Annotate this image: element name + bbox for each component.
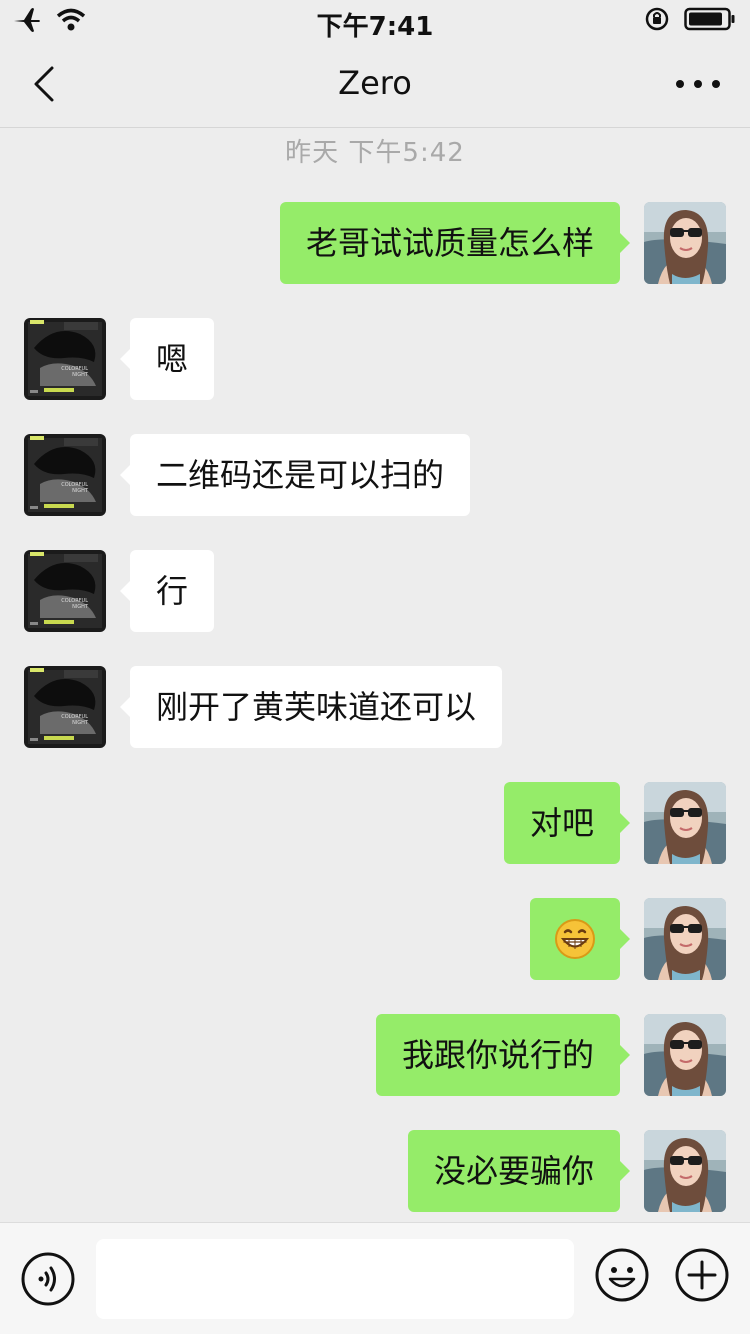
message-row: 二维码还是可以扫的 — [0, 434, 750, 516]
chat-header: Zero — [0, 40, 750, 128]
message-row: 没必要骗你 — [0, 1130, 750, 1212]
chat-title: Zero — [338, 64, 412, 102]
incoming-message-bubble[interactable]: 行 — [119, 550, 215, 632]
smiley-icon — [595, 1248, 649, 1302]
contact-avatar[interactable] — [24, 666, 106, 748]
message-row: 我跟你说行的 — [0, 1014, 750, 1096]
status-right-icons — [644, 6, 736, 36]
more-dots-icon — [676, 80, 720, 88]
my-avatar[interactable] — [644, 898, 726, 980]
outgoing-message-bubble[interactable]: 对吧 — [503, 782, 631, 864]
contact-avatar[interactable] — [24, 318, 106, 400]
my-avatar[interactable] — [644, 782, 726, 864]
outgoing-emoji-bubble[interactable] — [530, 898, 630, 980]
grinning-face-emoji — [555, 919, 595, 959]
message-row: 嗯 — [0, 318, 750, 400]
voice-button[interactable] — [20, 1251, 76, 1307]
status-time: 下午7:41 — [316, 12, 434, 42]
message-row — [0, 898, 750, 980]
voice-icon — [21, 1252, 75, 1306]
incoming-message-bubble[interactable]: 刚开了黄芙味道还可以 — [119, 666, 503, 748]
battery-icon — [684, 7, 736, 35]
my-avatar[interactable] — [644, 1014, 726, 1096]
outgoing-message-bubble[interactable]: 没必要骗你 — [407, 1130, 631, 1212]
message-row: 老哥试试质量怎么样 — [0, 202, 750, 284]
outgoing-message-bubble[interactable]: 老哥试试质量怎么样 — [279, 202, 631, 284]
message-input[interactable] — [96, 1239, 574, 1319]
status-bar: 下午7:41 — [0, 0, 750, 42]
my-avatar[interactable] — [644, 1130, 726, 1212]
chat-input-bar — [0, 1222, 750, 1334]
incoming-message-bubble[interactable]: 嗯 — [119, 318, 215, 400]
more-functions-button[interactable] — [674, 1247, 730, 1303]
outgoing-message-bubble[interactable]: 我跟你说行的 — [375, 1014, 631, 1096]
emoji-button[interactable] — [594, 1247, 650, 1303]
my-avatar[interactable] — [644, 202, 726, 284]
incoming-message-bubble[interactable]: 二维码还是可以扫的 — [119, 434, 471, 516]
plus-icon — [675, 1248, 729, 1302]
contact-avatar[interactable] — [24, 434, 106, 516]
contact-avatar[interactable] — [24, 550, 106, 632]
message-row: 行 — [0, 550, 750, 632]
chat-timestamp: 昨天 下午5:42 — [285, 138, 465, 168]
orientation-lock-icon — [644, 6, 670, 36]
message-row: 对吧 — [0, 782, 750, 864]
more-button[interactable] — [670, 66, 726, 102]
message-row: 刚开了黄芙味道还可以 — [0, 666, 750, 748]
